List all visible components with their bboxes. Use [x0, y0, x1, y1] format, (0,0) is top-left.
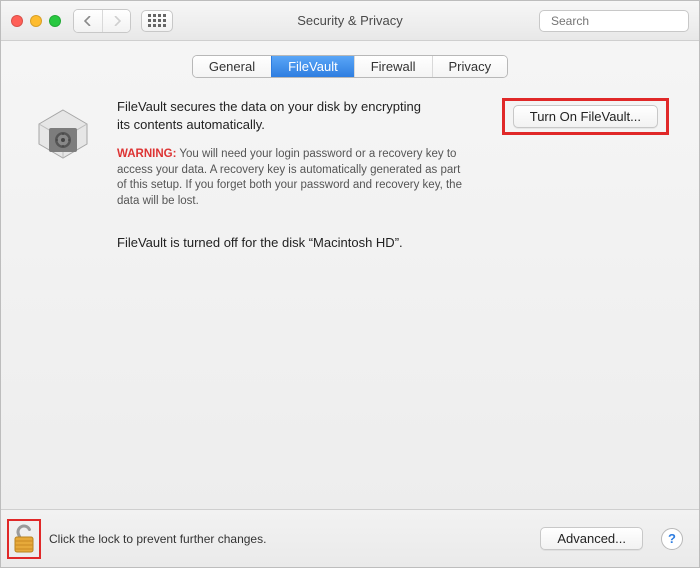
nav-buttons: [73, 9, 131, 33]
tab-general[interactable]: General: [193, 56, 271, 77]
titlebar: Security & Privacy: [1, 1, 699, 41]
search-input[interactable]: [551, 14, 700, 28]
close-window-button[interactable]: [11, 15, 23, 27]
forward-button[interactable]: [102, 10, 130, 32]
filevault-status: FileVault is turned off for the disk “Ma…: [117, 235, 464, 250]
grid-icon: [148, 14, 166, 27]
footer: Click the lock to prevent further change…: [1, 509, 699, 567]
search-field[interactable]: [539, 10, 689, 32]
tab-bar: General FileVault Firewall Privacy: [1, 41, 699, 78]
unlock-icon[interactable]: [11, 523, 37, 555]
filevault-panel: FileVault secures the data on your disk …: [1, 78, 699, 509]
turn-on-filevault-button[interactable]: Turn On FileVault...: [513, 105, 658, 128]
filevault-description: FileVault secures the data on your disk …: [117, 98, 437, 133]
tab-filevault[interactable]: FileVault: [271, 56, 354, 77]
filevault-icon: [31, 98, 95, 171]
tab-firewall[interactable]: Firewall: [354, 56, 432, 77]
window-controls: [11, 15, 61, 27]
filevault-warning: WARNING: You will need your login passwo…: [117, 147, 464, 209]
warning-label: WARNING:: [117, 148, 176, 160]
security-privacy-window: Security & Privacy General FileVault Fir…: [0, 0, 700, 568]
minimize-window-button[interactable]: [30, 15, 42, 27]
zoom-window-button[interactable]: [49, 15, 61, 27]
help-button[interactable]: ?: [661, 528, 683, 550]
lock-highlight: [7, 519, 41, 559]
lock-hint: Click the lock to prevent further change…: [49, 532, 266, 546]
show-all-button[interactable]: [141, 10, 173, 32]
turn-on-highlight: Turn On FileVault...: [502, 98, 669, 135]
tab-privacy[interactable]: Privacy: [432, 56, 508, 77]
back-button[interactable]: [74, 10, 102, 32]
advanced-button[interactable]: Advanced...: [540, 527, 643, 550]
